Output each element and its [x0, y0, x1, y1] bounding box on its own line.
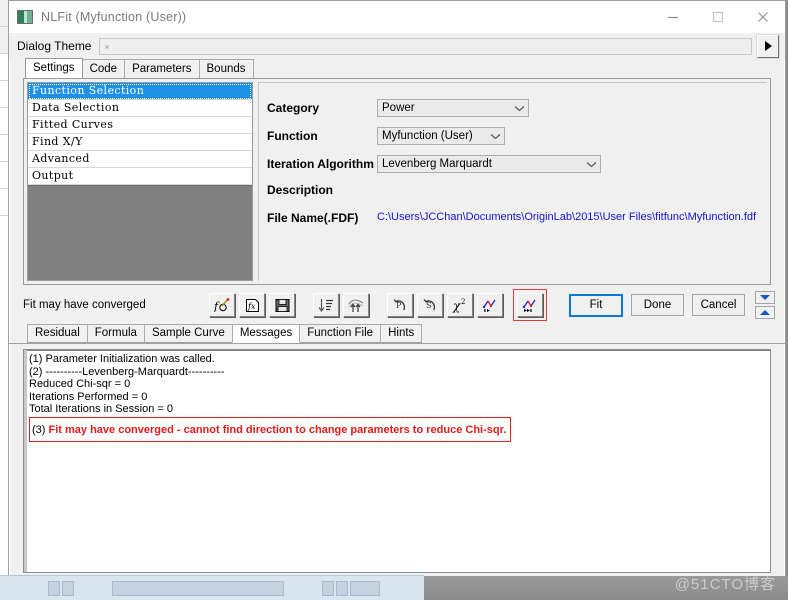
- category-label: Category: [267, 101, 320, 115]
- message-line: (2) ----------Levenberg-Marquardt-------…: [29, 365, 225, 378]
- function-label: Function: [267, 129, 318, 143]
- chevron-down-icon: [489, 133, 502, 140]
- message-line: Iterations Performed = 0: [29, 390, 148, 403]
- dialog-theme-row: Dialog Theme ×: [9, 33, 785, 59]
- desktop-background: NLFit (Myfunction (User)) Dialog Theme ×: [0, 0, 788, 600]
- tab-function-file[interactable]: Function File: [299, 324, 382, 343]
- svg-text:S: S: [426, 301, 431, 310]
- settings-tree-list: Function Selection Data Selection Fitted…: [28, 83, 252, 185]
- tab-code[interactable]: Code: [81, 59, 126, 78]
- dialog-theme-arrow-button[interactable]: [757, 34, 779, 58]
- svg-text:χ: χ: [452, 299, 461, 313]
- play-arrow-icon: [764, 41, 772, 51]
- category-dropdown[interactable]: Power: [377, 99, 529, 117]
- file-name-label: File Name(.FDF): [267, 211, 359, 225]
- svg-text:P: P: [396, 301, 402, 310]
- dialog-buttons: Fit Done Cancel: [561, 291, 775, 319]
- approximate-button[interactable]: [343, 293, 369, 317]
- description-row: Description: [267, 179, 767, 201]
- tab-parameters[interactable]: Parameters: [124, 59, 200, 78]
- function-value: Myfunction (User): [382, 130, 473, 142]
- initialize-parameters-button[interactable]: f: [209, 293, 235, 317]
- file-path-link[interactable]: C:\Users\JCChan\Documents\OriginLab\2015…: [377, 211, 756, 223]
- tab-bounds[interactable]: Bounds: [198, 59, 254, 78]
- close-icon[interactable]: [740, 1, 785, 33]
- converged-warning-box: (3) Fit may have converged - cannot find…: [29, 416, 512, 442]
- fit-button[interactable]: Fit: [569, 293, 623, 317]
- undo-button[interactable]: P: [387, 293, 413, 317]
- dialog-theme-input[interactable]: ×: [99, 37, 752, 55]
- chevron-down-icon: [760, 295, 770, 300]
- window-controls: [650, 1, 785, 33]
- tab-messages[interactable]: Messages: [231, 324, 301, 343]
- iteration-algorithm-row: Iteration Algorithm Levenberg Marquardt: [267, 153, 767, 175]
- fit-toolbar: f fx P S χ 2: [209, 293, 507, 317]
- sort-descending-button[interactable]: [313, 293, 339, 317]
- description-label: Description: [267, 183, 334, 197]
- messages-content: (1) Parameter Initialization was called.…: [29, 353, 766, 570]
- tab-hints[interactable]: Hints: [380, 324, 423, 343]
- chevron-up-icon: [760, 310, 770, 315]
- settings-panel: Function Selection Data Selection Fitted…: [23, 78, 771, 285]
- panel-nav-arrows: [755, 291, 775, 319]
- tree-empty-area: [28, 185, 252, 280]
- nav-down-button[interactable]: [755, 291, 775, 304]
- iteration-algorithm-label: Iteration Algorithm: [267, 157, 374, 171]
- tab-settings[interactable]: Settings: [25, 58, 83, 78]
- svg-text:fx: fx: [247, 302, 256, 311]
- category-row: Category Power: [267, 97, 767, 119]
- nlfit-dialog: NLFit (Myfunction (User)) Dialog Theme ×: [8, 0, 786, 580]
- action-toolbar-row: Fit may have converged f fx P S χ 2 Fit …: [9, 285, 785, 325]
- minimize-icon[interactable]: [650, 1, 695, 33]
- done-button[interactable]: Done: [631, 294, 684, 316]
- taskbar-right: [424, 576, 788, 600]
- nlfit-app-icon: [17, 10, 33, 24]
- message-line: (1) Parameter Initialization was called.: [29, 353, 215, 365]
- bottom-tab-strip: Residual Formula Sample Curve Messages F…: [9, 324, 785, 344]
- chi-square-button[interactable]: χ 2: [447, 293, 473, 317]
- svg-text:f: f: [214, 300, 220, 312]
- category-value: Power: [382, 102, 415, 114]
- chevron-down-icon: [585, 161, 598, 168]
- dialog-theme-label: Dialog Theme: [17, 39, 92, 53]
- save-button[interactable]: [269, 293, 295, 317]
- svg-text:2: 2: [461, 298, 465, 306]
- iteration-algorithm-value: Levenberg Marquardt: [382, 158, 492, 170]
- settings-tab-strip: Settings Code Parameters Bounds: [9, 58, 785, 78]
- chevron-down-icon: [513, 105, 526, 112]
- tab-formula[interactable]: Formula: [86, 324, 145, 343]
- function-dropdown[interactable]: Myfunction (User): [377, 127, 505, 145]
- fit-function-file-button[interactable]: fx: [239, 293, 265, 317]
- warning-text: Fit may have converged - cannot find dir…: [48, 423, 507, 436]
- function-selection-detail: Category Power Function Myfunction (User…: [258, 82, 767, 281]
- one-iteration-button[interactable]: [477, 293, 503, 317]
- message-line: Reduced Chi-sqr = 0: [29, 378, 131, 390]
- maximize-icon[interactable]: [695, 1, 740, 33]
- settings-tree-pane: Function Selection Data Selection Fitted…: [27, 82, 253, 281]
- tree-item-data-selection[interactable]: Data Selection: [28, 100, 252, 117]
- file-name-row: File Name(.FDF) C:\Users\JCChan\Document…: [267, 211, 767, 233]
- messages-panel[interactable]: (1) Parameter Initialization was called.…: [23, 349, 771, 573]
- tree-item-function-selection[interactable]: Function Selection: [28, 83, 252, 100]
- fit-until-converged-highlight: [513, 289, 547, 321]
- tree-item-advanced[interactable]: Advanced: [28, 151, 252, 168]
- reset-button[interactable]: S: [417, 293, 443, 317]
- tree-item-fitted-curves[interactable]: Fitted Curves: [28, 117, 252, 134]
- tab-sample-curve[interactable]: Sample Curve: [143, 324, 233, 343]
- window-title: NLFit (Myfunction (User)): [41, 10, 187, 24]
- warning-index: (3): [32, 423, 49, 436]
- tab-residual[interactable]: Residual: [27, 324, 88, 343]
- taskbar-left: [0, 575, 424, 600]
- function-row: Function Myfunction (User): [267, 125, 767, 147]
- title-bar: NLFit (Myfunction (User)): [9, 1, 785, 33]
- iteration-algorithm-dropdown[interactable]: Levenberg Marquardt: [377, 155, 601, 173]
- message-line: Total Iterations in Session = 0: [29, 403, 173, 415]
- fit-status-text: Fit may have converged: [23, 299, 146, 311]
- tree-item-output[interactable]: Output: [28, 168, 252, 185]
- fit-until-converged-button[interactable]: [517, 293, 543, 317]
- cancel-button[interactable]: Cancel: [692, 294, 745, 316]
- nav-up-button[interactable]: [755, 306, 775, 319]
- tree-item-find-xy[interactable]: Find X/Y: [28, 134, 252, 151]
- messages-left-gutter: [24, 350, 27, 572]
